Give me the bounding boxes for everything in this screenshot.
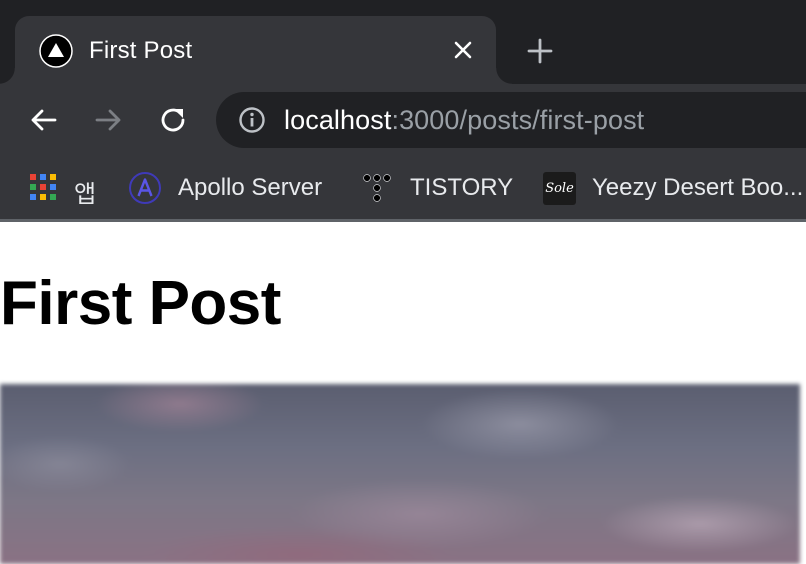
url-host: localhost — [284, 105, 392, 135]
bookmark-apollo-server[interactable]: Apollo Server — [128, 156, 338, 220]
bookmark-yeezy-desert-boots[interactable]: Sole Yeezy Desert Boo... — [543, 156, 806, 220]
address-bar[interactable]: localhost:3000/posts/first-post — [216, 92, 806, 148]
bookmark-label: Apollo Server — [178, 174, 323, 201]
arrow-right-icon[interactable] — [92, 104, 124, 136]
apollo-icon — [129, 172, 161, 204]
reload-icon[interactable] — [157, 104, 189, 136]
tab-strip: First Post — [0, 0, 806, 84]
plus-icon[interactable] — [526, 37, 554, 65]
page-content: First Post — [0, 222, 806, 564]
bookmark-label: Yeezy Desert Boo... — [592, 174, 804, 201]
close-icon[interactable] — [451, 38, 475, 62]
browser-toolbar: localhost:3000/posts/first-post — [0, 84, 806, 156]
bookmark-label: 앱 — [74, 181, 97, 208]
hero-image — [0, 384, 800, 564]
bookmark-tistory[interactable]: TISTORY — [362, 156, 522, 220]
url-text[interactable]: localhost:3000/posts/first-post — [284, 105, 644, 136]
nextjs-triangle-icon — [39, 34, 73, 68]
info-icon[interactable] — [238, 106, 266, 134]
apps-grid-icon — [30, 174, 58, 202]
tab-title: First Post — [89, 37, 193, 64]
bookmark-apps[interactable]: 앱 — [30, 156, 110, 220]
sole-icon: Sole — [543, 172, 576, 205]
bookmark-label: TISTORY — [410, 174, 514, 201]
tistory-icon — [363, 174, 391, 202]
page-title: First Post — [0, 269, 281, 338]
arrow-left-icon[interactable] — [28, 104, 60, 136]
bookmarks-bar: 앱 Apollo Server TISTORY Sole Yeezy Deser… — [0, 156, 806, 220]
tab-first-post[interactable]: First Post — [0, 16, 512, 84]
url-path: :3000/posts/first-post — [391, 105, 645, 135]
